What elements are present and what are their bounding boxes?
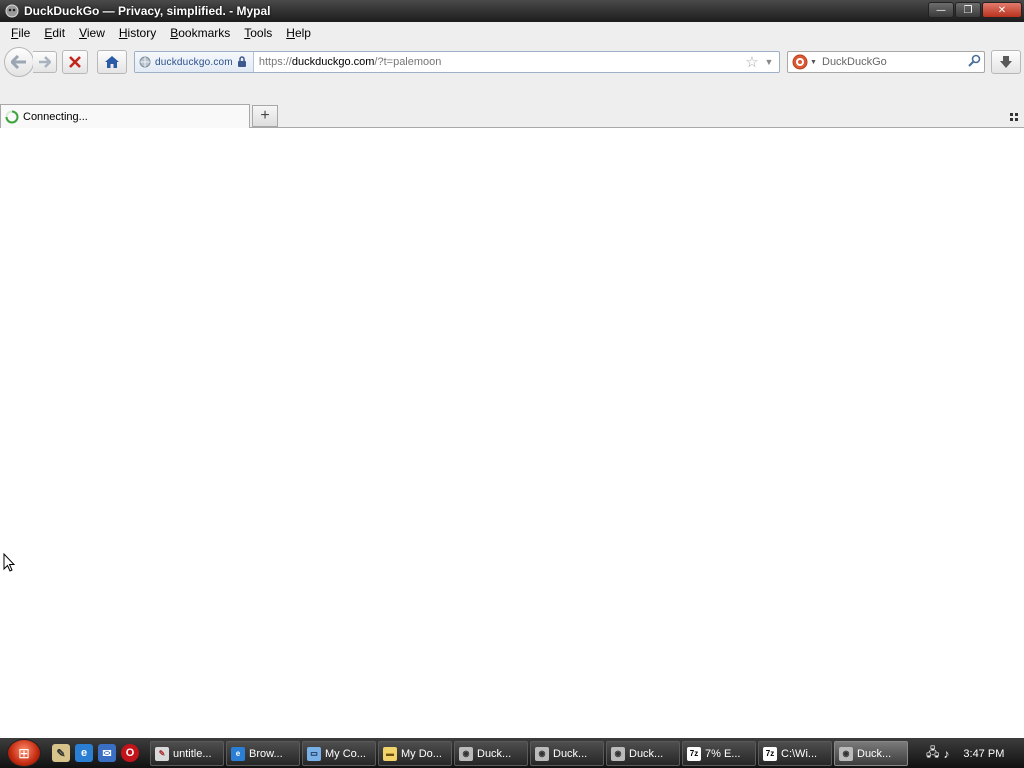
- paint-icon: ✎: [155, 746, 169, 761]
- navigation-toolbar: duckduckgo.com https://duckduckgo.com/?t…: [0, 44, 1024, 80]
- folder-icon: ▬: [383, 746, 397, 761]
- page-content[interactable]: [0, 128, 1024, 738]
- title-bar[interactable]: DuckDuckGo — Privacy, simplified. - Mypa…: [0, 0, 1024, 22]
- menu-bar: File Edit View History Bookmarks Tools H…: [0, 22, 1024, 44]
- mypal-icon: ◉: [839, 746, 853, 761]
- globe-icon: [139, 56, 151, 68]
- identity-domain: duckduckgo.com: [155, 56, 233, 68]
- taskbar-button-7zip-window[interactable]: 7z C:\Wi...: [758, 741, 832, 766]
- tab-groups-icon[interactable]: [1008, 111, 1020, 123]
- outlook-icon[interactable]: ✉: [98, 744, 116, 762]
- stop-x-icon: [69, 56, 81, 68]
- url-rest: /?t=palemoon: [374, 56, 442, 68]
- search-bar[interactable]: ▼ DuckDuckGo: [787, 51, 985, 73]
- url-prefix: https://: [258, 56, 292, 68]
- duckduckgo-icon: [792, 54, 808, 70]
- system-tray: 🖧 ♪ 3:47 PM: [920, 741, 1024, 766]
- taskbar-button-7zip-extract[interactable]: 7z 7% E...: [682, 741, 756, 766]
- network-icon[interactable]: 🖧: [926, 743, 939, 764]
- opera-icon[interactable]: O: [121, 744, 139, 762]
- site-identity-box[interactable]: duckduckgo.com: [135, 52, 254, 72]
- volume-icon[interactable]: ♪: [943, 747, 949, 761]
- restore-button[interactable]: ❐: [955, 2, 981, 18]
- downloads-button[interactable]: [991, 50, 1021, 74]
- clock[interactable]: 3:47 PM: [963, 748, 1004, 760]
- menu-file[interactable]: File: [4, 26, 37, 40]
- forward-button[interactable]: [33, 51, 57, 73]
- url-host: duckduckgo.com: [291, 56, 375, 68]
- menu-tools[interactable]: Tools: [237, 26, 279, 40]
- address-bar[interactable]: duckduckgo.com https://duckduckgo.com/?t…: [134, 51, 780, 73]
- mypal-icon: ◉: [459, 746, 473, 761]
- taskbar-button-duck-1[interactable]: ◉ Duck...: [454, 741, 528, 766]
- mypal-icon: ◉: [535, 746, 549, 761]
- computer-icon: ▭: [307, 746, 321, 761]
- taskbar-button-my-computer[interactable]: ▭ My Co...: [302, 741, 376, 766]
- menu-view[interactable]: View: [72, 26, 112, 40]
- tab-active[interactable]: Connecting...: [0, 104, 250, 128]
- task-buttons: ✎ untitle... e Brow... ▭ My Co... ▬ My Do...…: [150, 741, 908, 766]
- ie-icon: e: [231, 746, 245, 761]
- minimize-button[interactable]: —: [928, 2, 954, 18]
- forward-arrow-icon: [39, 56, 51, 68]
- url-text[interactable]: https://duckduckgo.com/?t=palemoon: [254, 56, 743, 68]
- lock-icon: [237, 56, 246, 67]
- home-button[interactable]: [97, 50, 127, 74]
- taskbar-button-duck-2[interactable]: ◉ Duck...: [530, 741, 604, 766]
- tab-label: Connecting...: [23, 110, 88, 123]
- quick-launch: ✎ e ✉ O: [52, 744, 139, 762]
- show-desktop-icon[interactable]: ✎: [52, 744, 70, 762]
- search-input[interactable]: DuckDuckGo: [822, 56, 964, 68]
- taskbar-button-browser[interactable]: e Brow...: [226, 741, 300, 766]
- download-arrow-icon: [1000, 56, 1012, 68]
- mouse-cursor-icon: [3, 553, 15, 572]
- chevron-down-icon: ▼: [810, 58, 817, 66]
- mypal-icon: ◉: [611, 746, 625, 761]
- loading-spinner-icon: [5, 110, 19, 123]
- window-title: DuckDuckGo — Privacy, simplified. - Mypa…: [24, 4, 271, 18]
- taskbar-button-paint[interactable]: ✎ untitle...: [150, 741, 224, 766]
- search-engine-selector[interactable]: ▼: [788, 54, 822, 70]
- windows-taskbar: ⊞ ✎ e ✉ O ✎ untitle... e Brow... ▭ My Co...…: [0, 738, 1024, 768]
- 7zip-icon: 7z: [763, 746, 777, 761]
- menu-bookmarks[interactable]: Bookmarks: [163, 26, 237, 40]
- url-dropdown-icon[interactable]: ▼: [761, 57, 777, 67]
- taskbar-button-my-documents[interactable]: ▬ My Do...: [378, 741, 452, 766]
- menu-edit[interactable]: Edit: [37, 26, 72, 40]
- menu-history[interactable]: History: [112, 26, 163, 40]
- bookmark-star-icon[interactable]: ☆: [743, 53, 761, 71]
- new-tab-button[interactable]: +: [252, 105, 278, 127]
- taskbar-button-duck-active[interactable]: ◉ Duck...: [834, 741, 908, 766]
- back-button[interactable]: [4, 47, 34, 77]
- close-button[interactable]: ✕: [982, 2, 1022, 18]
- start-button[interactable]: ⊞: [4, 738, 44, 768]
- tab-bar: Connecting... +: [0, 80, 1024, 128]
- taskbar-button-duck-3[interactable]: ◉ Duck...: [606, 741, 680, 766]
- windows-logo-icon: ⊞: [7, 739, 41, 767]
- 7zip-icon: 7z: [687, 746, 701, 761]
- ie-icon[interactable]: e: [75, 744, 93, 762]
- menu-help[interactable]: Help: [279, 26, 318, 40]
- mypal-app-icon: [4, 3, 20, 19]
- back-arrow-icon: [11, 55, 26, 69]
- home-icon: [105, 56, 119, 68]
- stop-button[interactable]: [62, 50, 88, 74]
- search-go-icon[interactable]: [964, 54, 984, 70]
